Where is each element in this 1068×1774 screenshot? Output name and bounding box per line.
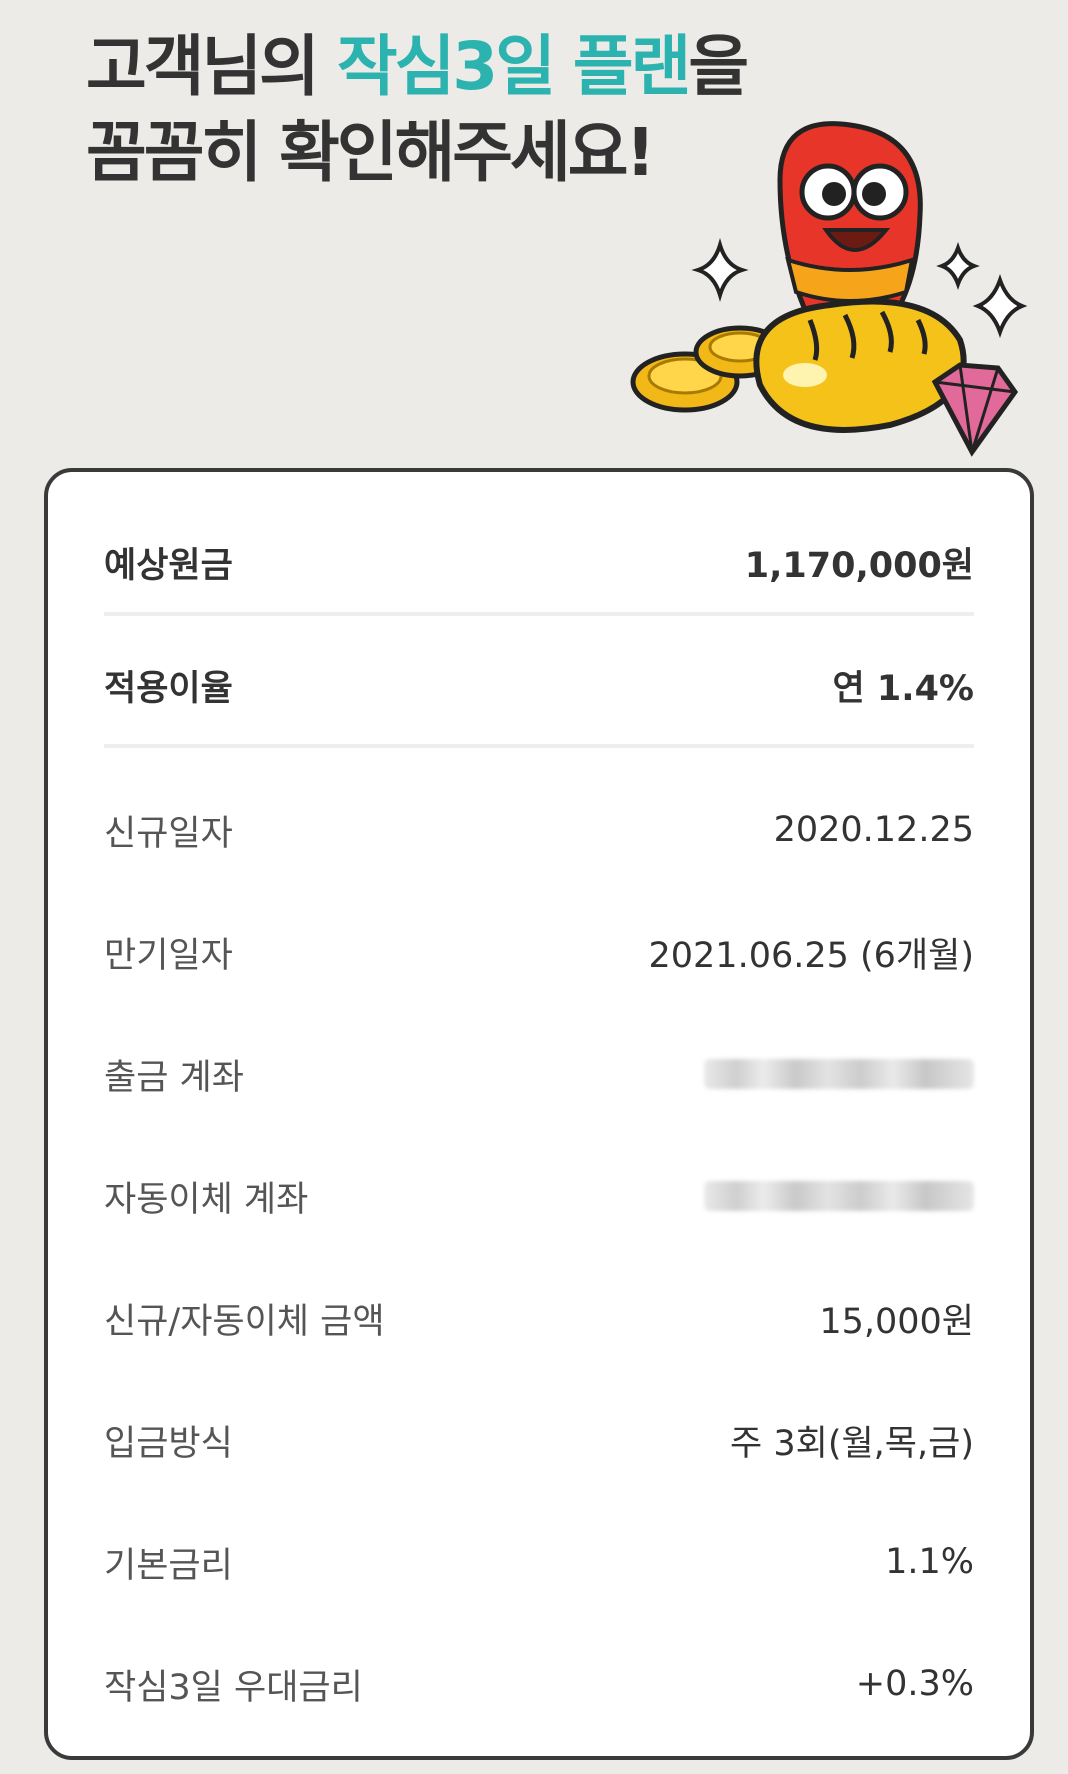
row-label: 작심3일 우대금리: [104, 1667, 363, 1708]
divider: [104, 744, 974, 748]
expected-principal-row: 예상원금 1,170,000원: [104, 532, 974, 592]
bread-icon: [753, 298, 967, 433]
row-label: 자동이체 계좌: [104, 1179, 309, 1220]
row-value: 2021.06.25 (6개월): [648, 935, 975, 976]
row-value: 2020.12.25: [773, 810, 974, 850]
detail-row-autotransfer-account: 자동이체 계좌: [104, 1166, 974, 1226]
row-value: 주 3회(월,목,금): [730, 1423, 974, 1464]
detail-row-bonus-rate: 작심3일 우대금리 +0.3%: [104, 1654, 974, 1714]
headline-accent: 작심3일 플랜: [336, 28, 692, 105]
divider: [104, 612, 974, 616]
row-value: 15,000원: [819, 1301, 974, 1342]
mascot-illustration: [630, 121, 1028, 457]
sparkle-icon: [972, 273, 1028, 339]
row-label: 만기일자: [104, 935, 233, 976]
worm-character: [777, 121, 923, 313]
masked-account-number: [704, 1059, 974, 1089]
headline-text: 고객님의: [86, 28, 337, 105]
row-value: 연 1.4%: [832, 668, 974, 709]
detail-row-open-date: 신규일자 2020.12.25: [104, 800, 974, 860]
detail-row-deposit-method: 입금방식 주 3회(월,목,금): [104, 1410, 974, 1470]
row-label: 출금 계좌: [104, 1057, 244, 1098]
masked-account-number: [704, 1181, 974, 1211]
headline-line-1: 고객님의 작심3일 플랜을: [86, 24, 749, 110]
plan-summary-card: 예상원금 1,170,000원 적용이율 연 1.4% 신규일자 2020.12…: [44, 468, 1034, 1760]
detail-row-transfer-amount: 신규/자동이체 금액 15,000원: [104, 1288, 974, 1348]
sparkle-icon: [691, 238, 749, 302]
row-label: 신규일자: [104, 813, 233, 854]
row-value: +0.3%: [855, 1664, 974, 1704]
detail-row-withdrawal-account: 출금 계좌: [104, 1044, 974, 1104]
row-label: 예상원금: [104, 545, 233, 586]
headline-text-tail: 을: [688, 28, 749, 105]
detail-row-base-rate: 기본금리 1.1%: [104, 1532, 974, 1592]
row-label: 기본금리: [104, 1545, 233, 1586]
row-value: 1.1%: [885, 1542, 974, 1582]
row-label: 적용이율: [104, 668, 233, 709]
row-label: 신규/자동이체 금액: [104, 1301, 385, 1342]
row-label: 입금방식: [104, 1423, 233, 1464]
detail-row-maturity-date: 만기일자 2021.06.25 (6개월): [104, 922, 974, 982]
row-value: 1,170,000원: [744, 545, 974, 586]
applied-rate-row: 적용이율 연 1.4%: [104, 655, 974, 715]
sparkle-icon: [936, 242, 980, 290]
gem-icon: [931, 362, 1019, 457]
